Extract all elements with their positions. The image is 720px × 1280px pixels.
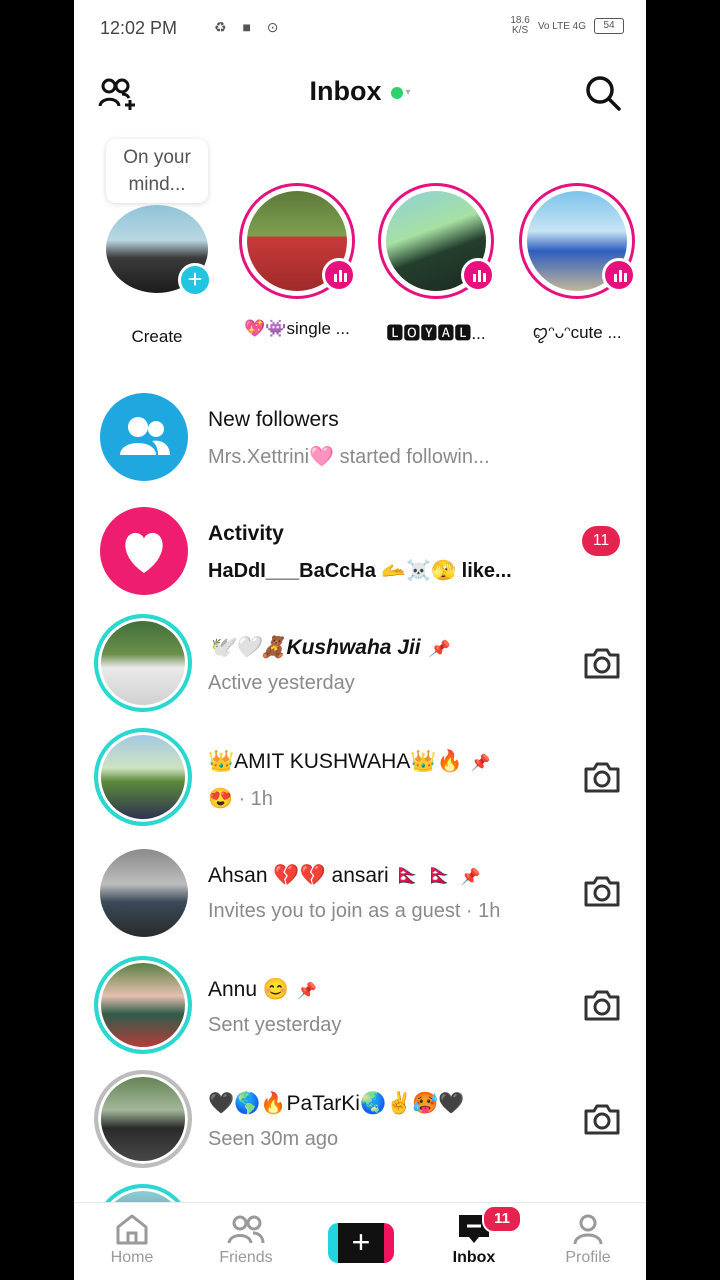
camera-icon[interactable] bbox=[582, 988, 622, 1022]
inbox-badge: 11 bbox=[482, 1205, 522, 1233]
bottom-tab-bar: Home Friends + 11 Inbox Profile bbox=[74, 1202, 646, 1280]
tab-friends[interactable]: Friends bbox=[196, 1213, 296, 1267]
unread-badge: 11 bbox=[582, 526, 620, 556]
avatar[interactable] bbox=[94, 614, 192, 712]
conversation-name: 🕊️🤍🧸Kushwaha Jii 📌 bbox=[208, 636, 449, 660]
camera-icon[interactable] bbox=[582, 874, 622, 908]
conversation-name: 👑AMIT KUSHWAHA👑🔥 📌 bbox=[208, 750, 491, 774]
conversation-name: Annu 😊 📌 bbox=[208, 978, 317, 1002]
pin-icon: 📌 bbox=[460, 869, 481, 886]
network-speed: 18.6 K/S bbox=[510, 16, 529, 36]
conversation-status: Seen 30m ago bbox=[208, 1128, 339, 1150]
status-time: 12:02 PM bbox=[100, 18, 178, 38]
my-avatar[interactable]: + bbox=[106, 205, 212, 297]
story-ring bbox=[378, 183, 495, 299]
story-label: 💖👾single ... bbox=[244, 319, 350, 338]
page-title: Inbox bbox=[309, 76, 382, 106]
camera-icon[interactable] bbox=[582, 1102, 622, 1136]
live-badge-icon bbox=[602, 258, 636, 292]
conversation-name-text: Annu 😊 bbox=[208, 978, 290, 1001]
conversation-name-text: 👑AMIT KUSHWAHA👑🔥 bbox=[208, 750, 463, 773]
followers-icon bbox=[100, 393, 188, 481]
conversation-row[interactable]: Annu 😊 📌 Sent yesterday bbox=[74, 950, 646, 1064]
avatar[interactable] bbox=[100, 849, 188, 937]
camera-icon[interactable] bbox=[582, 760, 622, 794]
battery-icon: 54 bbox=[594, 18, 624, 34]
story-ring bbox=[239, 183, 356, 299]
list-item-title: Activity bbox=[208, 522, 284, 545]
avatar[interactable] bbox=[94, 728, 192, 826]
conversation-name-text: Ahsan 💔💔 ansari 🇳🇵 🇳🇵 bbox=[208, 864, 453, 887]
status-right: 18.6 K/S Vo LTE 4G 54 bbox=[510, 16, 624, 36]
story-ring bbox=[519, 183, 636, 299]
conversation-row[interactable]: 👑AMIT KUSHWAHA👑🔥 📌 😍 · 1h bbox=[74, 722, 646, 836]
tab-home[interactable]: Home bbox=[82, 1213, 182, 1267]
story-item[interactable]: ꨄ︎ᵔᴗᵔcute ... bbox=[518, 183, 636, 344]
camera-icon[interactable] bbox=[582, 646, 622, 680]
plus-icon: + bbox=[351, 1224, 371, 1260]
tab-label: Profile bbox=[565, 1249, 611, 1266]
story-item[interactable]: 🅻🅾🆈🅰🅻... bbox=[374, 183, 498, 344]
status-bar: 12:02 PM ♻ ■ ⊙ 18.6 K/S Vo LTE 4G 54 bbox=[74, 0, 646, 58]
conversation-row[interactable]: 🖤🌎🔥PaTarKi🌏✌️🥵🖤 Seen 30m ago bbox=[74, 1064, 646, 1178]
list-item-subtitle: Mrs.Xettrini🩷 started followin... bbox=[208, 446, 490, 468]
title-wrap: Inbox ▾ bbox=[74, 76, 646, 107]
conversation-row[interactable]: Ahsan 💔💔 ansari 🇳🇵 🇳🇵 📌 Invites you to jo… bbox=[74, 836, 646, 950]
list-item-activity[interactable]: Activity HaDdI___BaCcHa 🫴☠️🫣 like... 11 bbox=[74, 494, 646, 608]
home-icon bbox=[116, 1214, 148, 1245]
avatar[interactable] bbox=[94, 956, 192, 1054]
conversation-row[interactable]: 🕊️🤍🧸Kushwaha Jii 📌 Active yesterday bbox=[74, 608, 646, 722]
pin-icon: 📌 bbox=[428, 641, 449, 658]
story-label: 🅻🅾🆈🅰🅻... bbox=[386, 324, 486, 343]
conversation-status: Invites you to join as a guest · 1h bbox=[208, 900, 501, 922]
conversation-status: Sent yesterday bbox=[208, 1014, 342, 1036]
pin-icon: 📌 bbox=[470, 755, 491, 772]
search-icon[interactable] bbox=[584, 74, 622, 112]
conversation-status: Active yesterday bbox=[208, 672, 355, 694]
friends-icon bbox=[227, 1215, 265, 1244]
status-caret-icon[interactable]: ▾ bbox=[405, 87, 410, 98]
conversation-status: 😍 · 1h bbox=[208, 788, 273, 810]
conversation-name-text: 🕊️🤍🧸Kushwaha Jii bbox=[208, 636, 421, 659]
list-item-subtitle: HaDdI___BaCcHa 🫴☠️🫣 like... bbox=[208, 560, 512, 582]
story-label-create: Create bbox=[131, 327, 183, 346]
inbox-header: Inbox ▾ bbox=[74, 68, 646, 118]
tab-label: Friends bbox=[219, 1249, 273, 1266]
network-indicator: Vo LTE 4G bbox=[537, 20, 586, 32]
conversation-name: 🖤🌎🔥PaTarKi🌏✌️🥵🖤 bbox=[208, 1092, 465, 1115]
story-create[interactable]: + Create bbox=[98, 183, 216, 347]
online-status-dot[interactable] bbox=[391, 86, 404, 99]
story-label: ꨄ︎ᵔᴗᵔcute ... bbox=[532, 323, 622, 342]
live-badge-icon bbox=[322, 258, 356, 292]
list-item-new-followers[interactable]: New followers Mrs.Xettrini🩷 started foll… bbox=[74, 380, 646, 494]
pin-icon: 📌 bbox=[297, 983, 317, 1000]
activity-heart-icon bbox=[100, 507, 188, 595]
avatar[interactable] bbox=[94, 1070, 192, 1168]
create-plus-icon[interactable]: + bbox=[178, 263, 212, 297]
tab-label: Home bbox=[110, 1249, 154, 1266]
profile-icon bbox=[573, 1214, 603, 1245]
live-badge-icon bbox=[461, 258, 495, 292]
story-item[interactable]: 💖👾single ... bbox=[238, 183, 356, 339]
tab-label: Inbox bbox=[452, 1249, 496, 1266]
stories-row: On your mind... + Create 💖👾single ... 🅻🅾… bbox=[74, 135, 646, 350]
tab-profile[interactable]: Profile bbox=[538, 1213, 638, 1267]
screen: 12:02 PM ♻ ■ ⊙ 18.6 K/S Vo LTE 4G 54 Inb… bbox=[74, 0, 646, 1280]
conversation-name: Ahsan 💔💔 ansari 🇳🇵 🇳🇵 📌 bbox=[208, 864, 481, 888]
speed-unit: K/S bbox=[512, 25, 529, 36]
create-post-button[interactable]: + bbox=[328, 1223, 394, 1263]
status-notification-icons: ♻ ■ ⊙ bbox=[214, 19, 285, 35]
tab-inbox[interactable]: 11 Inbox bbox=[424, 1205, 524, 1267]
list-item-title: New followers bbox=[208, 408, 339, 431]
